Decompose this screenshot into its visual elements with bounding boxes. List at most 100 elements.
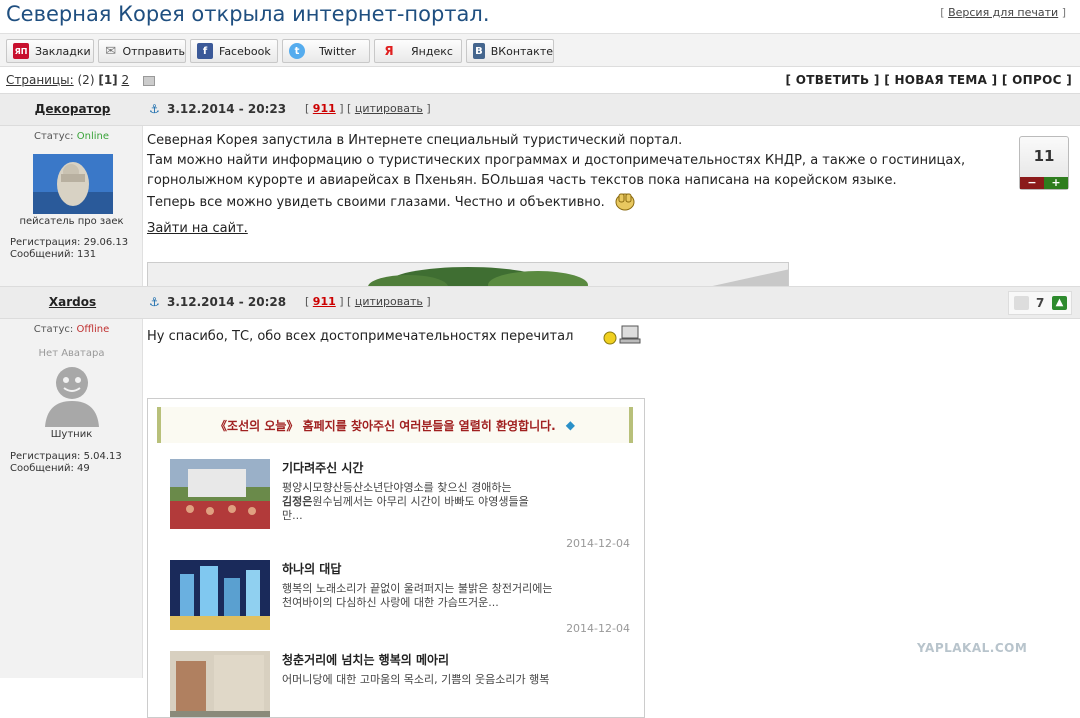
post-line: Там можно найти информацию о туристическ… bbox=[147, 153, 966, 168]
news-title[interactable]: 기다려주신 시간 bbox=[282, 459, 363, 476]
author-name[interactable]: Xardos bbox=[0, 295, 145, 309]
anchor-icon[interactable]: ⚓ bbox=[149, 295, 160, 309]
post-rating-box: 11 − + bbox=[1019, 136, 1069, 190]
news-thumbnail bbox=[170, 651, 270, 717]
share-facebook-button[interactable]: f Facebook bbox=[190, 39, 278, 63]
print-bracket-close: ] bbox=[1061, 6, 1066, 19]
share-vk-button[interactable]: B ВКонтакте bbox=[466, 39, 554, 63]
news-excerpt: 평양시모향산등산소년단야영소를 찾으신 경애하는 김정은원수님께서는 아무리 시… bbox=[282, 481, 630, 523]
author-status: Статус: Online bbox=[0, 131, 143, 142]
share-toolbar: ЯП Закладки ✉ Отправить f Facebook t Twi… bbox=[0, 33, 1080, 67]
post-rating: 11 bbox=[1033, 147, 1055, 165]
news-excerpt: 행복의 노래소리가 끝없이 울려퍼지는 불밝은 창전거리에는 천여바이의 다심하… bbox=[282, 582, 630, 610]
post-header: Xardos ⚓ 3.12.2014 - 20:28 [ 911 ] [ цит… bbox=[0, 286, 1080, 319]
excerpt-rest: 원수님께서는 아무리 시간이 바빠도 야영생들을 bbox=[312, 495, 529, 508]
site-watermark: YAPLAKAL.COM bbox=[917, 641, 1028, 655]
thumbs-smiley-icon bbox=[613, 191, 637, 211]
anchor-icon[interactable]: ⚓ bbox=[149, 102, 160, 116]
current-page: [1] bbox=[98, 73, 118, 87]
share-yandex-button[interactable]: Я Яндекс bbox=[374, 39, 462, 63]
excerpt-line: 천여바이의 다심하신 사랑에 대한 가슴뜨거운... bbox=[282, 596, 499, 609]
status-value: Offline bbox=[76, 324, 110, 335]
bracket: [ bbox=[305, 295, 310, 308]
bracket: ] [ bbox=[339, 295, 352, 308]
quote-link[interactable]: цитировать bbox=[355, 295, 423, 308]
message-count: Сообщений: 49 bbox=[10, 463, 90, 474]
embedded-site-screenshot: 《조선의 오늘》 홈페지를 찾아주신 여러분들을 열렬히 환영합니다. ◆ 기다… bbox=[147, 398, 645, 718]
post-text: Ну спасибо, ТС, обо всех достопримечател… bbox=[147, 324, 642, 347]
share-twitter-button[interactable]: t Twitter bbox=[282, 39, 370, 63]
print-bracket-open: [ bbox=[940, 6, 945, 19]
post-header: Декоратор ⚓ 3.12.2014 - 20:23 [ 911 ] [ … bbox=[0, 93, 1080, 126]
topic-actions: [ ОТВЕТИТЬ ] [ НОВАЯ ТЕМА ] [ ОПРОС ] bbox=[786, 73, 1073, 87]
title-bar: Северная Корея открыла интернет-портал. … bbox=[0, 0, 1080, 33]
print-version-link[interactable]: Версия для печати bbox=[948, 6, 1058, 19]
share-bookmarks-button[interactable]: ЯП Закладки bbox=[6, 39, 94, 63]
post-photo bbox=[147, 262, 789, 286]
post-date: 3.12.2014 - 20:23 bbox=[167, 102, 287, 116]
page-2-link[interactable]: 2 bbox=[121, 73, 129, 87]
poll-button[interactable]: [ ОПРОС ] bbox=[1002, 73, 1072, 87]
pagination: Страницы: (2) [1] 2 bbox=[6, 73, 155, 87]
post-line-with-smiley: Теперь все можно увидеть своими глазами.… bbox=[147, 191, 965, 213]
visit-site-link[interactable]: Зайти на сайт. bbox=[147, 221, 248, 236]
banner-text: 《조선의 오늘》 홈페지를 찾아주신 여러분들을 열렬히 환영합니다. bbox=[215, 418, 556, 433]
news-title[interactable]: 하나의 대답 bbox=[282, 560, 341, 577]
post-line: Теперь все можно увидеть своими глазами.… bbox=[147, 195, 605, 210]
share-label: ВКонтакте bbox=[490, 44, 553, 58]
twitter-icon: t bbox=[289, 43, 305, 59]
pages-count: (2) bbox=[77, 73, 95, 87]
author-avatar[interactable] bbox=[33, 154, 113, 214]
new-topic-button[interactable]: [ НОВАЯ ТЕМА ] bbox=[884, 73, 997, 87]
news-title[interactable]: 청춘거리에 넘치는 행복의 메아리 bbox=[282, 651, 449, 668]
rate-up-button[interactable]: + bbox=[1044, 177, 1068, 189]
share-label: Twitter bbox=[319, 44, 356, 58]
page-title: Северная Корея открыла интернет-портал. bbox=[6, 2, 490, 26]
registration-date: Регистрация: 29.06.13 bbox=[10, 237, 129, 248]
excerpt-line: 만... bbox=[282, 509, 303, 522]
post-text: Северная Корея запустила в Интернете спе… bbox=[147, 131, 965, 239]
rate-down-button[interactable]: − bbox=[1020, 177, 1044, 189]
default-avatar[interactable] bbox=[33, 359, 111, 427]
news-date: 2014-12-04 bbox=[566, 622, 630, 635]
bracket: [ bbox=[305, 102, 310, 115]
vk-icon: B bbox=[473, 43, 485, 59]
status-label: Статус: bbox=[33, 324, 74, 335]
post-meta: [ 911 ] [ цитировать ] bbox=[305, 102, 431, 115]
excerpt-line: 김정은원수님께서는 아무리 시간이 바빠도 야영생들을 bbox=[282, 495, 630, 509]
status-label: Статус: bbox=[34, 131, 74, 142]
print-version: [ Версия для печати ] bbox=[940, 6, 1066, 19]
post-line: Северная Корея запустила в Интернете спе… bbox=[147, 133, 683, 148]
rate-down-button[interactable] bbox=[1014, 296, 1029, 310]
news-thumbnail bbox=[170, 459, 270, 529]
author-name[interactable]: Декоратор bbox=[0, 102, 145, 116]
share-send-button[interactable]: ✉ Отправить bbox=[98, 39, 186, 63]
post-date: 3.12.2014 - 20:28 bbox=[167, 295, 287, 309]
post-body: Статус: Offline Нет Аватара Шутник Регис… bbox=[0, 319, 1080, 718]
news-date: 2014-12-04 bbox=[566, 537, 630, 550]
post-rating: 7 bbox=[1036, 296, 1045, 310]
post-number-link[interactable]: 911 bbox=[313, 295, 336, 308]
excerpt-line: 어머니당에 대한 고마움의 목소리, 기쁨의 웃음소리가 행복 bbox=[282, 673, 550, 686]
envelope-icon[interactable] bbox=[142, 76, 155, 86]
excerpt-line: 평양시모향산등산소년단야영소를 찾으신 경애하는 bbox=[282, 481, 512, 494]
share-label: Закладки bbox=[35, 44, 91, 58]
author-stats: Регистрация: 5.04.13 Сообщений: 49 bbox=[10, 451, 122, 475]
pager-bar: Страницы: (2) [1] 2 [ ОТВЕТИТЬ ] [ НОВАЯ… bbox=[0, 68, 1080, 93]
post-rating-small: 7 ▲ bbox=[1008, 291, 1072, 315]
post-body: Статус: Online пейсатель про заек Регист… bbox=[0, 126, 1080, 286]
reply-button[interactable]: [ ОТВЕТИТЬ ] bbox=[786, 73, 880, 87]
status-value: Online bbox=[76, 131, 109, 142]
share-label: Отправить bbox=[122, 44, 185, 58]
computer-smiley-icon bbox=[602, 324, 642, 346]
trees-image bbox=[148, 263, 788, 286]
author-sidebar: Статус: Online пейсатель про заек Регист… bbox=[0, 126, 143, 286]
quote-link[interactable]: цитировать bbox=[355, 102, 423, 115]
bracket: ] bbox=[426, 102, 431, 115]
site-welcome-banner: 《조선의 오늘》 홈페지를 찾아주신 여러분들을 열렬히 환영합니다. ◆ bbox=[157, 407, 633, 443]
rate-up-button[interactable]: ▲ bbox=[1052, 296, 1067, 310]
excerpt-bold: 김정은 bbox=[282, 495, 313, 508]
post-meta: [ 911 ] [ цитировать ] bbox=[305, 295, 431, 308]
post-number-link[interactable]: 911 bbox=[313, 102, 336, 115]
pages-link[interactable]: Страницы: bbox=[6, 73, 74, 87]
